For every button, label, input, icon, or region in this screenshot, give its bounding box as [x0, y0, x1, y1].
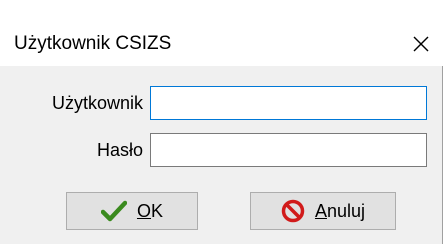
no-entry-icon [281, 199, 305, 223]
user-input[interactable] [150, 86, 427, 120]
cancel-button[interactable]: Anuluj [250, 192, 396, 230]
password-input[interactable] [150, 133, 427, 167]
ok-button[interactable]: OK [66, 192, 198, 230]
user-label: Użytkownik [51, 93, 143, 113]
dialog-body: Użytkownik Hasło OK Anuluj [0, 66, 442, 244]
login-dialog: Użytkownik CSIZS Użytkownik Hasło OK Anu… [0, 0, 443, 244]
checkmark-icon [100, 200, 127, 222]
title-bar: Użytkownik CSIZS [0, 0, 443, 66]
close-icon [412, 35, 430, 53]
close-button[interactable] [399, 24, 443, 64]
password-label: Hasło [96, 140, 143, 160]
window-title: Użytkownik CSIZS [14, 33, 172, 54]
ok-label: OK [136, 200, 164, 221]
cancel-label: Anuluj [314, 200, 366, 221]
